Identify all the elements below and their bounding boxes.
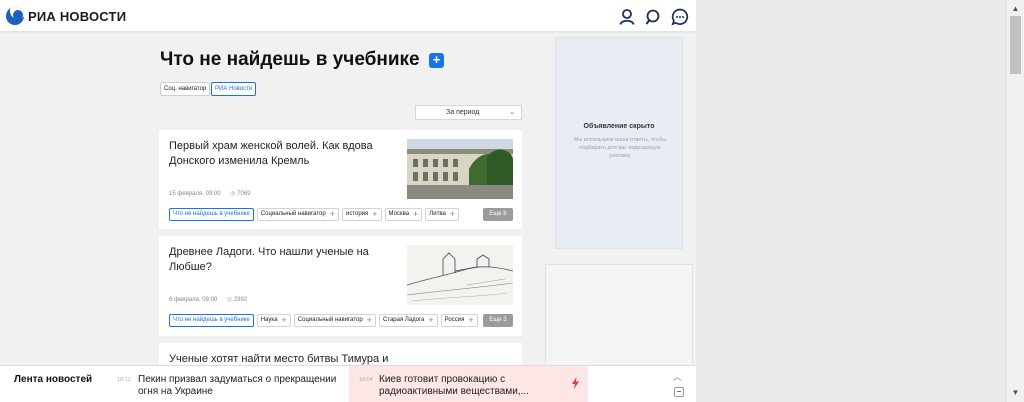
eye-icon: ◎ bbox=[230, 191, 236, 197]
tag[interactable]: Старая Ладога + bbox=[378, 314, 438, 327]
chat-icon[interactable] bbox=[671, 8, 689, 26]
ad-text: Мы используем ваши ответы, чтобы подбира… bbox=[573, 137, 667, 159]
article-views: 7069 bbox=[237, 191, 251, 197]
news-feed-label[interactable]: Лента новостей bbox=[14, 374, 92, 385]
scrollbar[interactable]: ▲ ▼ bbox=[1006, 0, 1024, 402]
period-label: За период bbox=[446, 109, 480, 116]
site-logo[interactable]: РИА НОВОСТИ bbox=[6, 7, 126, 25]
tag[interactable]: история + bbox=[341, 208, 382, 221]
scroll-down-icon[interactable]: ▼ bbox=[1007, 386, 1024, 400]
article-date: 15 февраля, 09:00 bbox=[169, 191, 221, 197]
logo-text: РИА НОВОСТИ bbox=[28, 8, 127, 24]
article-meta: 15 февраля, 09:00 ◎ 7069 bbox=[169, 190, 251, 197]
tag[interactable]: Литва + bbox=[425, 208, 460, 221]
article-meta: 6 февраля, 09:00 ◎ 2392 bbox=[169, 296, 247, 303]
scroll-up-icon[interactable]: ▲ bbox=[1007, 2, 1024, 16]
plus-icon[interactable]: + bbox=[330, 210, 335, 219]
article-card[interactable]: Ученые хотят найти место битвы Тимура и bbox=[159, 343, 522, 365]
page-gutter bbox=[696, 0, 1006, 402]
tag[interactable]: Социальный навигатор + bbox=[293, 314, 376, 327]
ad-title: Объявление скрыто bbox=[583, 123, 655, 130]
article-title[interactable]: Древнее Ладоги. Что нашли ученые на Любш… bbox=[169, 245, 391, 275]
article-card[interactable]: Древнее Ладоги. Что нашли ученые на Любш… bbox=[159, 236, 522, 336]
plus-icon[interactable]: + bbox=[468, 316, 473, 325]
news-time: 18:12 bbox=[117, 377, 131, 383]
plus-icon[interactable]: + bbox=[282, 316, 287, 325]
plus-icon[interactable]: + bbox=[428, 316, 433, 325]
ad-block: Объявление скрыто Мы используем ваши отв… bbox=[555, 37, 683, 249]
tag[interactable]: Россия + bbox=[440, 314, 478, 327]
tag[interactable]: Наука + bbox=[256, 314, 291, 327]
article-views: 2392 bbox=[233, 297, 248, 303]
article-title[interactable]: Ученые хотят найти место битвы Тимура и bbox=[169, 352, 399, 365]
news-time: 18:04 bbox=[359, 377, 373, 383]
article-thumbnail[interactable] bbox=[407, 139, 513, 199]
article-tags: Что не найдешь в учебнике Социальный нав… bbox=[169, 208, 460, 221]
page-title: Что не найдешь в учебнике bbox=[160, 49, 420, 70]
article-thumbnail[interactable] bbox=[407, 245, 513, 305]
subscribe-plus-button[interactable]: + bbox=[429, 53, 444, 68]
plus-icon[interactable]: + bbox=[367, 316, 372, 325]
news-feed-bar: Лента новостей 18:12 Пекин призвал задум… bbox=[0, 365, 696, 402]
user-icon[interactable] bbox=[618, 8, 636, 26]
article-tags: Что не найдешь в учебнике Наука + Социаль… bbox=[169, 314, 478, 327]
chevron-up-icon[interactable]: ︿ bbox=[673, 370, 682, 383]
tag[interactable]: Социальный навигатор + bbox=[256, 208, 339, 221]
article-card[interactable]: Первый храм женской волей. Как вдова Дон… bbox=[159, 130, 522, 229]
scrollbar-thumb[interactable] bbox=[1010, 16, 1021, 74]
search-icon[interactable] bbox=[645, 8, 663, 26]
more-tags-button[interactable]: Еще 3 bbox=[483, 314, 513, 327]
site-header: РИА НОВОСТИ bbox=[0, 0, 696, 32]
plus-icon[interactable]: + bbox=[372, 210, 377, 219]
more-tags-button[interactable]: Еще 8 bbox=[483, 208, 513, 221]
eye-icon: ◎ bbox=[226, 297, 233, 303]
logo-icon bbox=[6, 7, 24, 25]
news-item-breaking[interactable]: 18:04 Киев готовит провокацию с радиоакт… bbox=[349, 366, 588, 402]
ad-block-secondary bbox=[545, 264, 693, 365]
chevron-down-icon: ⌄ bbox=[509, 109, 515, 116]
article-title[interactable]: Первый храм женской волей. Как вдова Дон… bbox=[169, 139, 391, 169]
source-filter-soc-navigator[interactable]: Соц. навигатор bbox=[160, 82, 211, 96]
tag[interactable]: Что не найдешь в учебнике bbox=[169, 314, 254, 327]
lightning-icon bbox=[572, 377, 579, 389]
news-item-text[interactable]: Киев готовит провокацию с радиоактивными… bbox=[379, 374, 554, 398]
source-filter-ria[interactable]: РИА Новости bbox=[211, 82, 257, 96]
tag[interactable]: Что не найдешь в учебнике bbox=[169, 208, 254, 221]
tag[interactable]: Москва + bbox=[384, 208, 423, 221]
article-thumbnail[interactable] bbox=[407, 352, 513, 365]
article-date: 6 февраля, 09:00 bbox=[169, 297, 218, 303]
period-dropdown[interactable]: За период ⌄ bbox=[415, 105, 522, 120]
minimize-icon[interactable] bbox=[674, 387, 684, 397]
plus-icon[interactable]: + bbox=[450, 210, 455, 219]
news-item[interactable]: Пекин призвал задуматься о прекращении о… bbox=[138, 374, 338, 398]
plus-icon[interactable]: + bbox=[413, 210, 418, 219]
